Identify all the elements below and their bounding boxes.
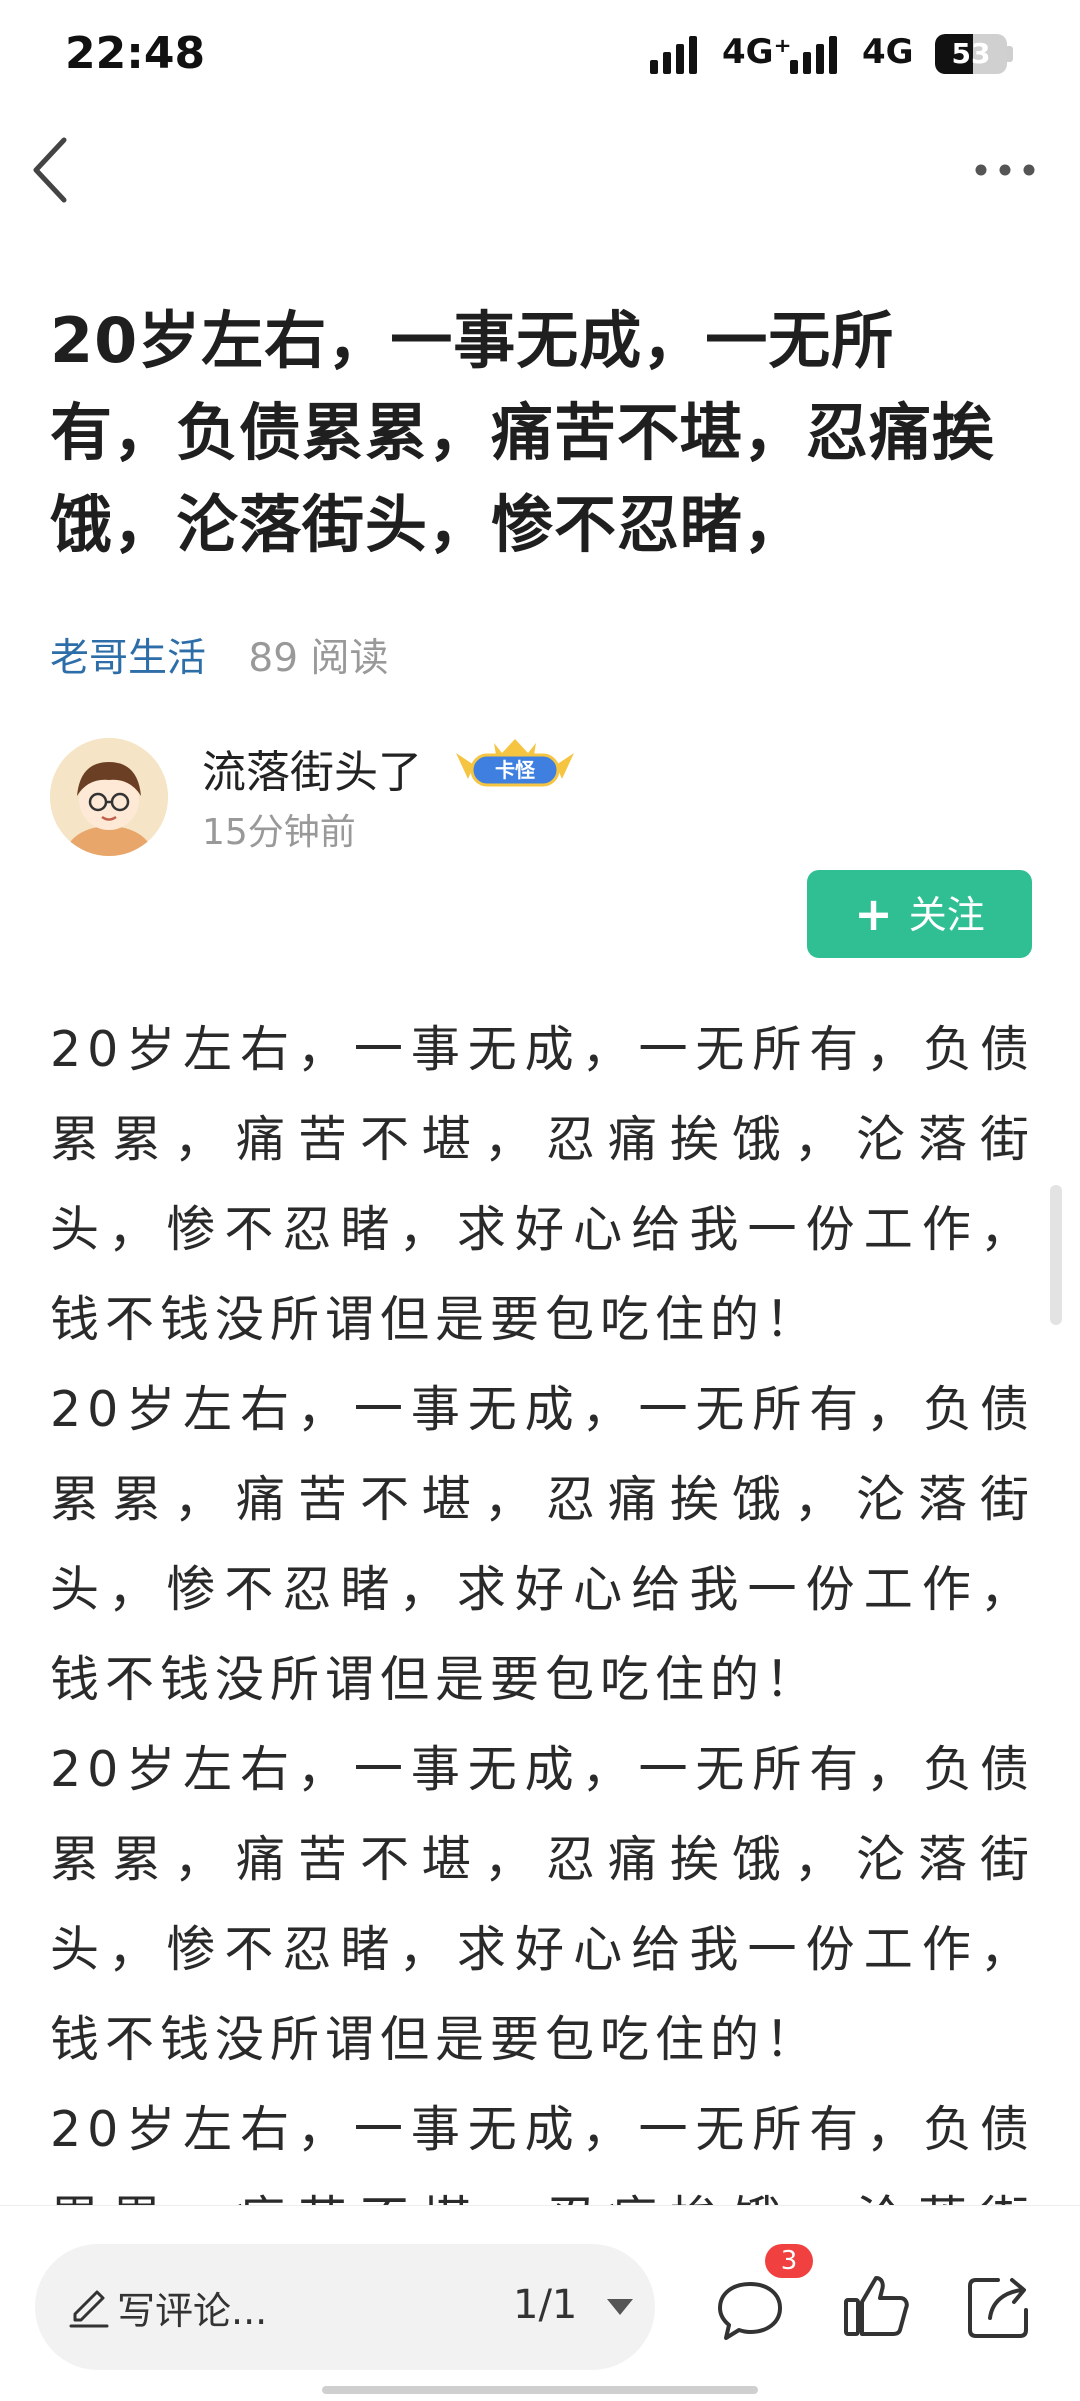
more-dots-icon	[975, 164, 1035, 176]
author-badge: 卡怪	[450, 735, 580, 793]
author-name[interactable]: 流落街头了	[202, 736, 422, 800]
comment-count-badge: 3	[765, 2244, 813, 2278]
paragraph: 20岁左右，一事无成，一无所有，负债累累，痛苦不堪，忍痛挨饿，沦落街头，惨不忍睹…	[50, 1021, 1035, 1348]
page-indicator[interactable]: 1/1	[513, 2282, 577, 2328]
status-time: 22:48	[65, 28, 206, 79]
paragraph: 20岁左右，一事无成，一无所有，负债累累，痛苦不堪，忍痛挨饿，沦落街头，惨不忍睹…	[50, 1381, 1035, 1708]
more-button[interactable]	[965, 145, 1045, 195]
battery-percent: 53	[951, 37, 991, 70]
signal-icon	[650, 36, 702, 74]
pen-icon	[69, 2290, 109, 2328]
crown-badge-icon: 卡怪	[456, 739, 574, 787]
battery-icon: 53	[935, 34, 1007, 74]
status-bar: 22:48 4G⁺ 4G 53	[0, 0, 1080, 110]
share-icon	[968, 2278, 1028, 2338]
comment-button[interactable]	[712, 2272, 788, 2348]
follow-button[interactable]: + 关注	[807, 870, 1032, 958]
follow-label: 关注	[908, 893, 985, 937]
like-button[interactable]	[838, 2268, 914, 2344]
badge-text: 卡怪	[495, 758, 536, 782]
comment-input[interactable]: 写评论... 1/1	[35, 2244, 655, 2370]
article-body: 20岁左右，一事无成，一无所有，负债累累，痛苦不堪，忍痛挨饿，沦落街头，惨不忍睹…	[50, 1005, 1035, 2205]
caret-down-icon[interactable]	[605, 2296, 635, 2318]
article-meta: 老哥生活 89 阅读	[50, 627, 388, 683]
read-count: 89 阅读	[248, 636, 389, 681]
source-link[interactable]: 老哥生活	[50, 636, 206, 681]
bottom-action-bar: 写评论... 1/1 3	[0, 2205, 1080, 2401]
article-title: 20岁左右，一事无成，一无所有，负债累累，痛苦不堪，忍痛挨饿，沦落街头，惨不忍睹…	[50, 304, 996, 561]
paragraph: 20岁左右，一事无成，一无所有，负债累累，痛苦不堪，忍痛挨饿，沦落街头，惨不忍睹…	[50, 1741, 1035, 2068]
paragraph: 20岁左右，一事无成，一无所有，负债累累，痛苦不堪，忍痛挨饿，沦落街头，惨不忍睹…	[50, 2101, 1035, 2205]
comment-placeholder: 写评论...	[117, 2289, 268, 2333]
share-button[interactable]	[962, 2268, 1038, 2344]
avatar[interactable]	[50, 738, 168, 856]
back-button[interactable]	[22, 130, 82, 210]
network-label-2: 4G	[862, 32, 914, 72]
scrollbar-thumb[interactable]	[1050, 1185, 1062, 1325]
thumbs-up-icon	[844, 2276, 909, 2336]
battery-tip	[1007, 46, 1013, 62]
chevron-left-icon	[33, 137, 67, 203]
comment-bubble-icon	[718, 2282, 782, 2340]
plus-icon: +	[854, 887, 893, 941]
avatar-image	[50, 738, 168, 856]
signal-icon-2	[790, 36, 842, 74]
home-indicator[interactable]	[322, 2386, 758, 2394]
network-label-1: 4G⁺	[722, 32, 792, 72]
post-time: 15分钟前	[202, 812, 356, 853]
